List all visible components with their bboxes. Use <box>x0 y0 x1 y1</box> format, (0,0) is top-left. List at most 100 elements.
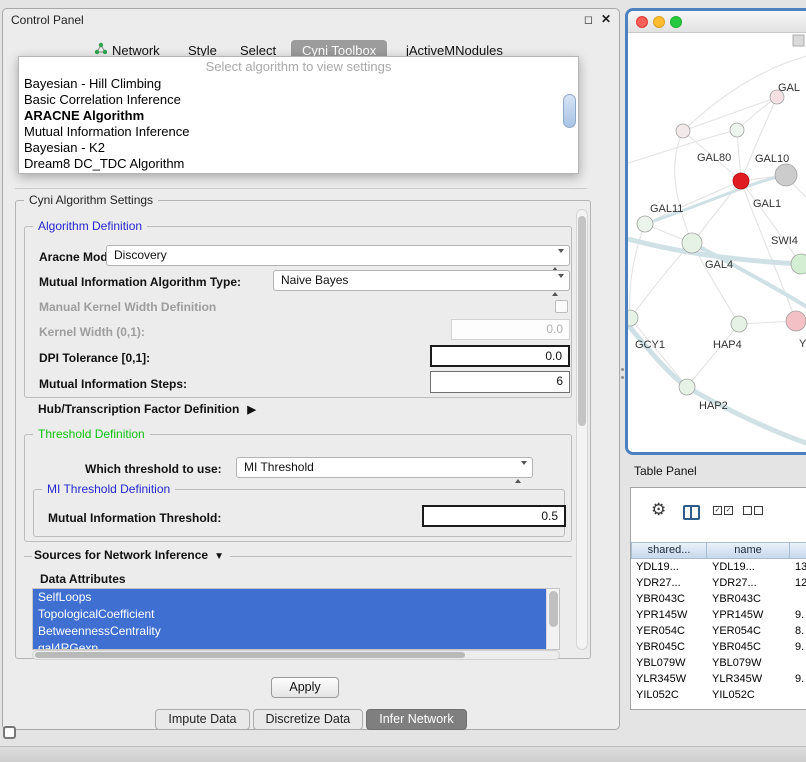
table-cell: YBR045C <box>707 639 790 655</box>
attribute-list-item[interactable]: TopologicalCoefficient <box>33 606 546 623</box>
mi-threshold-definition-group: MI Threshold Definition Mutual Informati… <box>33 489 565 537</box>
table-cell: YLR345W <box>707 671 790 687</box>
tab-discretize-data[interactable]: Discretize Data <box>253 709 364 730</box>
dropdown-item[interactable]: Mutual Information Inference <box>19 124 578 140</box>
kernel-width-field[interactable]: 0.0 <box>451 319 570 340</box>
dropdown-scrollbar-thumb[interactable] <box>563 94 576 128</box>
attribute-list-scrollbar-thumb[interactable] <box>549 591 558 627</box>
tab-impute-data[interactable]: Impute Data <box>155 709 249 730</box>
tab-infer-network[interactable]: Infer Network <box>366 709 466 730</box>
network-node[interactable] <box>730 123 744 137</box>
settings-scrollbar[interactable] <box>576 209 588 650</box>
manual-kernel-checkbox[interactable] <box>555 300 568 313</box>
table-row[interactable]: YDR27...YDR27...12 <box>631 575 806 591</box>
network-node[interactable] <box>733 173 749 189</box>
table-cell: YER054C <box>707 623 790 639</box>
network-node-label: Y <box>799 338 806 350</box>
network-node[interactable] <box>682 233 702 253</box>
dropdown-item[interactable]: Bayesian - K2 <box>19 140 578 156</box>
table-row[interactable]: YBR045CYBR045C9. <box>631 639 806 655</box>
manual-kernel-label: Manual Kernel Width Definition <box>39 300 216 314</box>
settings-scrollbar-thumb[interactable] <box>578 216 586 426</box>
sources-toggle[interactable]: Sources for Network Inference▼ <box>32 548 230 562</box>
table-cell: YIL052C <box>631 687 707 703</box>
mi-type-value: Naive Bayes <box>281 273 348 287</box>
attribute-list-item[interactable]: SelfLoops <box>33 589 546 606</box>
attribute-list-hscrollbar-thumb[interactable] <box>35 652 465 658</box>
network-node[interactable] <box>679 379 695 395</box>
network-node-label: HAP4 <box>713 339 742 351</box>
mi-threshold-field[interactable]: 0.5 <box>422 505 566 527</box>
table-cell: 9. <box>790 607 806 623</box>
network-canvas[interactable]: GALGAL80GAL10GAL1GAL11SWI4GAL4GCY1HAP4YH… <box>628 33 806 452</box>
panel-splitter-handle[interactable] <box>621 368 624 384</box>
attribute-list-item[interactable]: gal4RGexp <box>33 640 546 650</box>
sources-label: Sources for Network Inference <box>34 548 208 562</box>
aracne-mode-select[interactable]: Discovery <box>106 245 570 266</box>
threshold-definition-group: Threshold Definition Which threshold to … <box>24 434 572 542</box>
table-cell: YDR27... <box>707 575 790 591</box>
attribute-list-scrollbar[interactable] <box>546 589 559 649</box>
which-threshold-label: Which threshold to use: <box>85 462 222 476</box>
algorithm-definition-title: Algorithm Definition <box>33 219 147 233</box>
table-panel-window: ⚙ ✓ ✓ shared... name YDL19...YDL19...13Y… <box>630 487 806 710</box>
zoom-traffic-light-icon[interactable] <box>670 16 682 28</box>
select-all-icon[interactable]: ✓ ✓ <box>713 506 733 515</box>
dropdown-item[interactable]: Dream8 DC_TDC Algorithm <box>19 156 578 172</box>
column-header-shared-name[interactable]: shared... <box>631 542 707 559</box>
attribute-list[interactable]: SelfLoopsTopologicalCoefficientBetweenne… <box>32 588 560 650</box>
cyni-settings-group: Cyni Algorithm Settings Algorithm Defini… <box>15 200 591 659</box>
mi-type-select[interactable]: Naive Bayes <box>273 270 570 291</box>
birdseye-toggle[interactable] <box>793 35 804 46</box>
mi-steps-field[interactable]: 6 <box>430 371 570 393</box>
table-cell <box>790 655 806 671</box>
column-header-name[interactable]: name <box>707 542 790 559</box>
network-node[interactable] <box>628 310 638 326</box>
network-node[interactable] <box>676 124 690 138</box>
dropdown-item-selected[interactable]: ARACNE Algorithm <box>19 108 578 124</box>
kernel-width-label: Kernel Width (0,1): <box>39 325 145 339</box>
close-traffic-light-icon[interactable] <box>636 16 648 28</box>
float-window-icon[interactable]: ◻ <box>584 13 593 26</box>
which-threshold-select[interactable]: MI Threshold <box>236 457 533 478</box>
dpi-tolerance-field[interactable]: 0.0 <box>430 345 570 367</box>
close-icon[interactable]: ✕ <box>601 12 611 26</box>
table-cell: YLR345W <box>631 671 707 687</box>
table-row[interactable]: YER054CYER054C8. <box>631 623 806 639</box>
panel-dock-icon[interactable] <box>3 726 16 739</box>
attribute-list-item[interactable]: BetweennessCentrality <box>33 623 546 640</box>
attribute-list-hscrollbar[interactable] <box>32 650 560 660</box>
hub-tf-definition-toggle[interactable]: Hub/Transcription Factor Definition▶ <box>38 402 256 416</box>
dropdown-item[interactable]: Bayesian - Hill Climbing <box>19 76 578 92</box>
table-row[interactable]: YDL19...YDL19...13 <box>631 559 806 575</box>
table-row[interactable]: YBL079WYBL079W <box>631 655 806 671</box>
table-cell: YBR043C <box>707 591 790 607</box>
application-root: Control Panel ◻ ✕ Network Style Select C… <box>0 0 806 762</box>
table-row[interactable]: YPR145WYPR145W9. <box>631 607 806 623</box>
minimize-traffic-light-icon[interactable] <box>653 16 665 28</box>
table-row[interactable]: YIL052CYIL052C <box>631 687 806 703</box>
network-node[interactable] <box>731 316 747 332</box>
table-cell <box>790 591 806 607</box>
combo-arrows-icon <box>515 463 527 482</box>
deselect-all-icon[interactable] <box>743 506 763 515</box>
data-attributes-label: Data Attributes <box>40 572 126 586</box>
show-columns-icon[interactable] <box>683 505 700 520</box>
collapse-arrow-icon: ▶ <box>247 403 255 416</box>
table-cell: 8. <box>790 623 806 639</box>
network-node[interactable] <box>791 254 806 274</box>
control-panel-window: Control Panel ◻ ✕ Network Style Select C… <box>2 8 620 730</box>
table-row[interactable]: YBR043CYBR043C <box>631 591 806 607</box>
network-node[interactable] <box>786 311 806 331</box>
network-node-label: GAL11 <box>650 203 683 215</box>
dropdown-item[interactable]: Basic Correlation Inference <box>19 92 578 108</box>
network-node-label: GCY1 <box>635 339 665 351</box>
table-cell: 13 <box>790 559 806 575</box>
column-header-partial[interactable] <box>790 542 806 559</box>
network-node[interactable] <box>775 164 797 186</box>
table-row[interactable]: YLR345WYLR345W9. <box>631 671 806 687</box>
apply-button[interactable]: Apply <box>271 677 339 698</box>
network-node[interactable] <box>637 216 653 232</box>
aracne-mode-value: Discovery <box>114 248 167 262</box>
gear-icon[interactable]: ⚙ <box>651 500 666 520</box>
